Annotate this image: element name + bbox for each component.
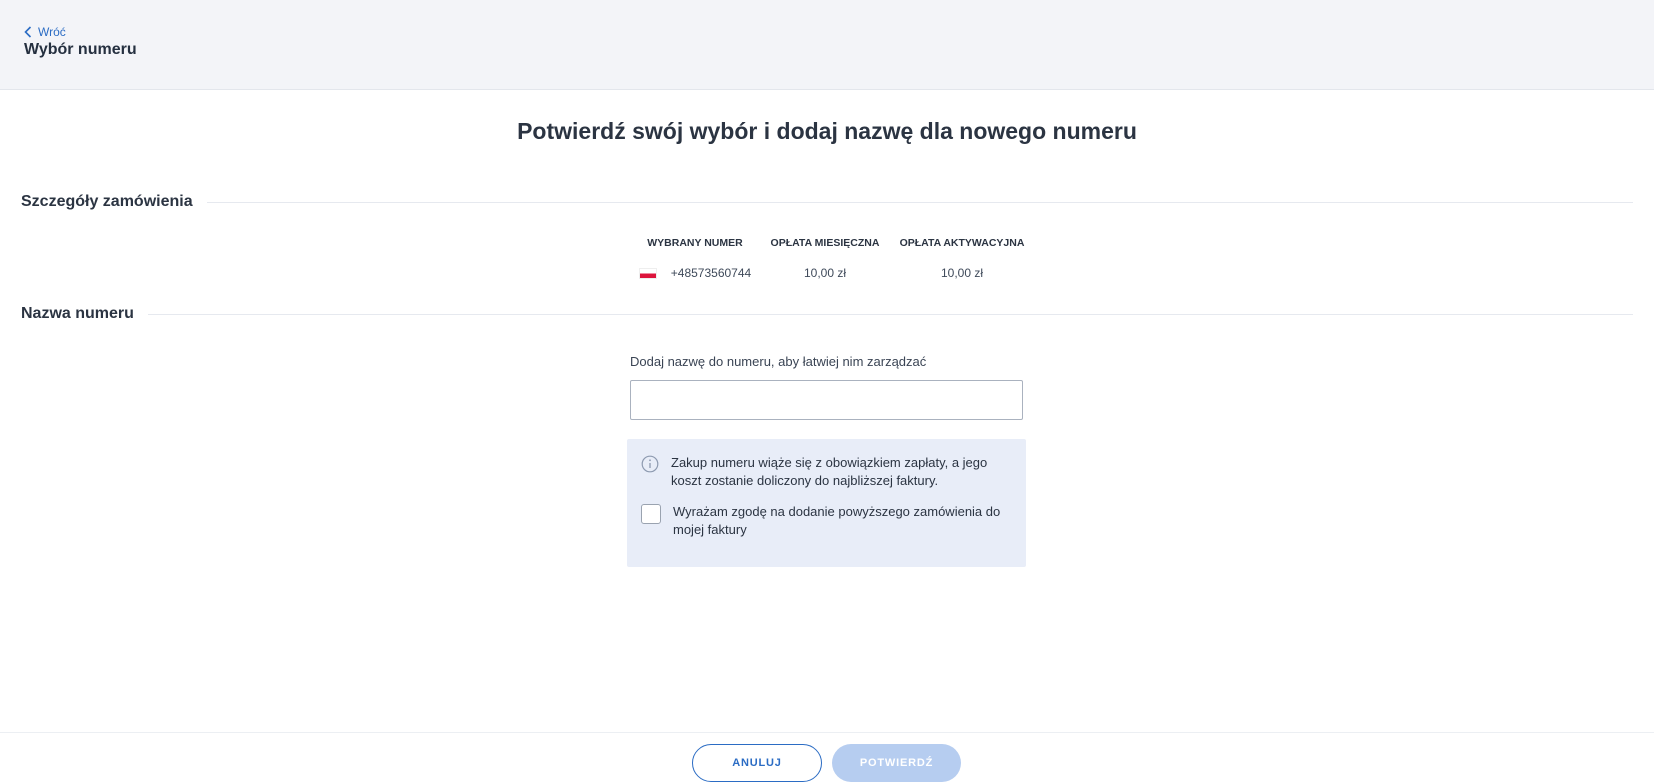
chevron-left-icon [24,26,32,38]
activation-fee-column: OPŁATA AKTYWACYJNA 10,00 zł [892,237,1032,280]
monthly-fee-column: OPŁATA MIESIĘCZNA 10,00 zł [760,237,890,280]
info-icon [641,455,659,473]
number-name-section-header: Nazwa numeru [21,305,1633,323]
number-name-label: Dodaj nazwę do numeru, aby łatwiej nim z… [630,354,927,369]
footer-bar: ANULUJ POTWIERDŹ [0,732,1654,784]
consent-row[interactable]: Wyrażam zgodę na dodanie powyższego zamó… [641,503,1011,539]
cancel-button[interactable]: ANULUJ [692,744,822,782]
consent-text: Wyrażam zgodę na dodanie powyższego zamó… [673,504,1001,537]
order-details-title: Szczegóły zamówienia [21,193,193,210]
main-heading: Potwierdź swój wybór i dodaj nazwę dla n… [517,118,1137,144]
consent-checkbox[interactable] [641,504,661,524]
number-name-input[interactable] [630,380,1023,420]
column-header-selected-number: WYBRANY NUMER [647,237,743,249]
page-title: Wybór numeru [24,41,137,58]
payment-info-row: Zakup numeru wiąże się z obowiązkiem zap… [641,454,1011,490]
divider [147,313,1633,315]
back-link-label: Wróć [38,25,66,39]
confirm-button[interactable]: POTWIERDŹ [832,744,961,782]
selected-number-cell: +48573560744 [630,266,760,280]
back-link[interactable]: Wróć [24,25,66,39]
payment-info-text: Zakup numeru wiąże się z obowiązkiem zap… [671,455,988,488]
payment-info-box: Zakup numeru wiąże się z obowiązkiem zap… [627,439,1026,567]
top-header: Wróć Wybór numeru [0,0,1654,90]
selected-number-column: WYBRANY NUMER +48573560744 [630,237,760,280]
selected-number-value: +48573560744 [670,266,752,280]
poland-flag-icon [638,267,657,279]
order-details-section-header: Szczegóły zamówienia [21,193,1633,211]
column-header-monthly-fee: OPŁATA MIESIĘCZNA [770,237,880,249]
column-header-activation-fee: OPŁATA AKTYWACYJNA [899,237,1025,249]
divider [206,201,1633,203]
number-name-title: Nazwa numeru [21,305,134,322]
activation-fee-value: 10,00 zł [940,266,984,280]
monthly-fee-value: 10,00 zł [803,266,847,280]
